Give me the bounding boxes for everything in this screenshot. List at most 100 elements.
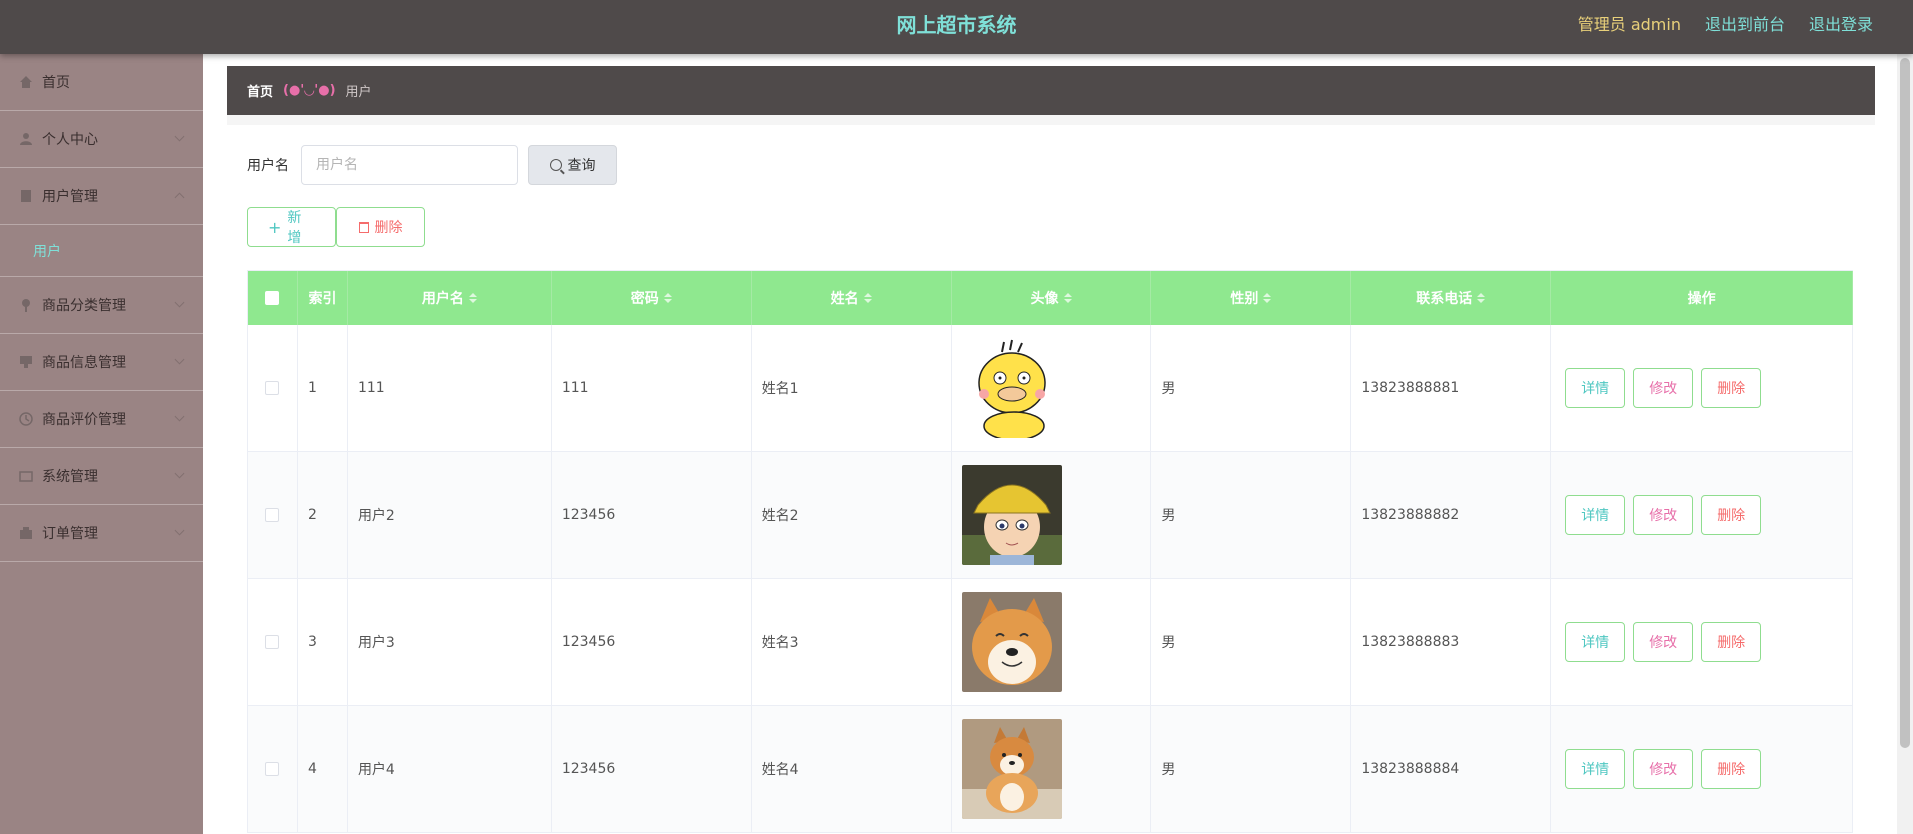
folder-icon <box>18 468 34 484</box>
sidebar-item-order-management[interactable]: 订单管理 <box>0 505 203 562</box>
table-row: 1 111 111 姓名1 男 13823888881 详情 修改 删除 <box>248 325 1853 452</box>
plus-icon: + <box>268 217 282 237</box>
name-cell: 姓名3 <box>752 579 952 705</box>
row-checkbox[interactable] <box>265 381 280 395</box>
detail-button[interactable]: 详情 <box>1565 495 1626 535</box>
scrollbar-thumb[interactable] <box>1900 58 1910 748</box>
header-avatar[interactable]: 头像 <box>952 271 1152 325</box>
vertical-scrollbar[interactable] <box>1897 54 1913 834</box>
avatar-shiba-smile[interactable] <box>961 592 1062 692</box>
edit-button[interactable]: 修改 <box>1633 368 1694 408</box>
chevron-down-icon <box>174 131 185 142</box>
add-button[interactable]: + 新增 <box>247 207 336 247</box>
header-gender[interactable]: 性别 <box>1151 271 1352 325</box>
breadcrumb-home[interactable]: 首页 <box>247 81 273 100</box>
sort-icon[interactable] <box>468 293 477 303</box>
sidebar-item-label: 系统管理 <box>42 469 98 485</box>
edit-button[interactable]: 修改 <box>1633 622 1694 662</box>
star-icon <box>18 411 34 427</box>
header-gender-label: 性别 <box>1230 291 1259 307</box>
username-cell: 111 <box>348 325 552 451</box>
sidebar-item-label: 商品分类管理 <box>42 298 126 314</box>
admin-label: 管理员 admin <box>1577 15 1681 34</box>
delete-button[interactable]: 删除 <box>1701 622 1762 662</box>
index-cell: 4 <box>298 706 348 832</box>
header-name-label: 姓名 <box>830 291 859 307</box>
name-cell: 姓名1 <box>752 325 952 451</box>
detail-button[interactable]: 详情 <box>1565 749 1626 789</box>
edit-button[interactable]: 修改 <box>1633 495 1694 535</box>
password-cell: 123456 <box>552 706 752 832</box>
sidebar-item-product-management[interactable]: 商品信息管理 <box>0 334 203 391</box>
row-checkbox[interactable] <box>265 635 280 649</box>
front-link[interactable]: 退出到前台 <box>1705 0 1785 50</box>
top-bar: 网上超市系统 管理员 admin 退出到前台 退出登录 <box>0 0 1913 54</box>
gender-cell: 男 <box>1151 706 1352 832</box>
detail-button[interactable]: 详情 <box>1565 368 1626 408</box>
sidebar-item-review-management[interactable]: 商品评价管理 <box>0 391 203 448</box>
phone-cell: 13823888884 <box>1351 706 1552 832</box>
password-cell: 123456 <box>552 452 752 578</box>
order-icon <box>18 525 34 541</box>
username-cell: 用户2 <box>348 452 552 578</box>
username-cell: 用户4 <box>348 706 552 832</box>
detail-button[interactable]: 详情 <box>1565 622 1626 662</box>
sidebar-item-personal-center[interactable]: 个人中心 <box>0 111 203 168</box>
sidebar-item-home[interactable]: 首页 <box>0 54 203 111</box>
row-checkbox[interactable] <box>265 762 280 776</box>
sidebar-item-system-management[interactable]: 系统管理 <box>0 448 203 505</box>
sort-icon[interactable] <box>863 293 872 303</box>
header-username-label: 用户名 <box>421 291 464 307</box>
chat-icon <box>18 354 34 370</box>
chevron-down-icon <box>174 354 185 365</box>
avatar-shiba-sit[interactable] <box>961 719 1062 819</box>
header-password[interactable]: 密码 <box>552 271 752 325</box>
pin-icon <box>18 297 34 313</box>
gender-cell: 男 <box>1151 579 1352 705</box>
avatar-conan[interactable] <box>961 465 1062 565</box>
search-icon <box>549 159 562 171</box>
delete-button[interactable]: 删除 <box>1701 368 1762 408</box>
sidebar-item-user-management[interactable]: 用户管理 <box>0 168 203 225</box>
row-select-cell <box>248 579 298 705</box>
query-button-label: 查询 <box>567 158 596 174</box>
header-username[interactable]: 用户名 <box>348 271 552 325</box>
content-divider <box>227 115 1875 125</box>
header-phone[interactable]: 联系电话 <box>1351 271 1552 325</box>
index-cell: 1 <box>298 325 348 451</box>
batch-delete-button[interactable]: 删除 <box>336 207 425 247</box>
main-content: 首页 (●'◡'●) 用户 用户名 查询 + 新增 删除 索引 用户名 密码 姓… <box>203 54 1897 834</box>
sort-icon[interactable] <box>1263 293 1272 303</box>
user-table: 索引 用户名 密码 姓名 头像 性别 联系电话 操作 1 111 111 姓名1 <box>247 270 1853 833</box>
sort-icon[interactable] <box>1477 293 1486 303</box>
table-header: 索引 用户名 密码 姓名 头像 性别 联系电话 操作 <box>248 271 1853 325</box>
top-bar-links: 管理员 admin 退出到前台 退出登录 <box>1578 0 1873 50</box>
table-row: 3 用户3 123456 姓名3 男 13823888883 详情 修改 删除 <box>248 579 1853 706</box>
header-actions-label: 操作 <box>1687 291 1716 307</box>
breadcrumb-current: 用户 <box>345 85 372 100</box>
header-actions: 操作 <box>1551 271 1853 325</box>
name-cell: 姓名4 <box>752 706 952 832</box>
avatar-psyduck[interactable] <box>961 338 1062 438</box>
delete-button[interactable]: 删除 <box>1701 749 1762 789</box>
delete-button[interactable]: 删除 <box>1701 495 1762 535</box>
home-icon <box>18 74 34 90</box>
sort-icon[interactable] <box>1063 293 1072 303</box>
sidebar-item-label: 商品评价管理 <box>42 412 126 428</box>
sort-icon[interactable] <box>663 293 672 303</box>
logout-link[interactable]: 退出登录 <box>1809 0 1873 50</box>
delete-button-label: 删除 <box>374 220 403 236</box>
sidebar-subitem-users[interactable]: 用户 <box>0 225 203 277</box>
search-input[interactable] <box>301 145 518 185</box>
row-checkbox[interactable] <box>265 508 280 522</box>
sidebar-item-category-management[interactable]: 商品分类管理 <box>0 277 203 334</box>
document-icon <box>18 188 34 204</box>
select-all-checkbox[interactable] <box>265 291 280 305</box>
query-button[interactable]: 查询 <box>528 145 617 185</box>
edit-button[interactable]: 修改 <box>1633 749 1694 789</box>
chevron-down-icon <box>174 468 185 479</box>
search-label: 用户名 <box>247 158 289 174</box>
gender-cell: 男 <box>1151 325 1352 451</box>
header-name[interactable]: 姓名 <box>752 271 952 325</box>
chevron-down-icon <box>174 525 185 536</box>
